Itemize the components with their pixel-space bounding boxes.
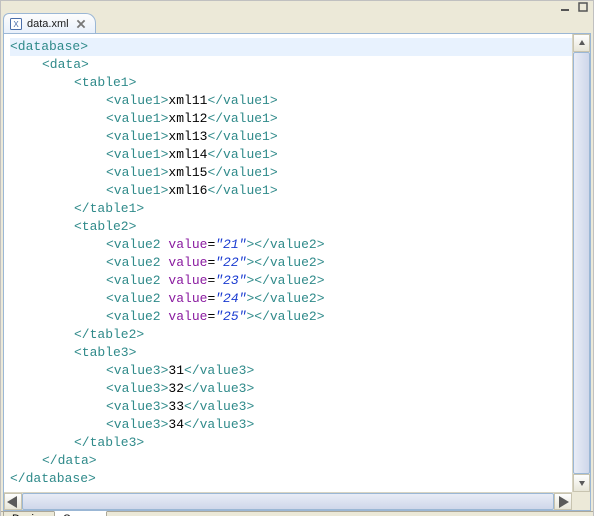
tab-label: data.xml [27, 18, 69, 30]
scroll-track-h[interactable] [22, 493, 554, 510]
tab-source[interactable]: Source [54, 511, 107, 516]
editor-pane: <database><data><table1><value1>xml11</v… [3, 33, 591, 511]
tab-design[interactable]: Design [3, 512, 55, 516]
scroll-down-button[interactable] [573, 474, 590, 492]
scrollbar-corner [572, 492, 590, 510]
editor-window: X data.xml <database><data><table1><valu… [0, 0, 594, 516]
scroll-right-button[interactable] [554, 493, 572, 510]
horizontal-scrollbar[interactable] [4, 492, 572, 510]
maximize-icon[interactable] [577, 1, 589, 13]
scroll-up-button[interactable] [573, 34, 590, 52]
xml-file-icon: X [9, 17, 23, 31]
scroll-track-v[interactable] [573, 52, 590, 474]
close-tab-icon[interactable] [75, 18, 87, 30]
scroll-thumb-h[interactable] [22, 493, 554, 510]
window-controls [1, 1, 593, 13]
xml-source-editor[interactable]: <database><data><table1><value1>xml11</v… [4, 34, 572, 492]
editor-mode-tabs: Design Source [1, 511, 593, 516]
scroll-thumb-v[interactable] [573, 52, 590, 474]
editor-tab-bar: X data.xml [1, 13, 593, 33]
svg-text:X: X [13, 20, 19, 29]
vertical-scrollbar[interactable] [572, 34, 590, 492]
editor-tab-data-xml[interactable]: X data.xml [3, 13, 96, 33]
scroll-left-button[interactable] [4, 493, 22, 510]
minimize-icon[interactable] [559, 1, 571, 13]
